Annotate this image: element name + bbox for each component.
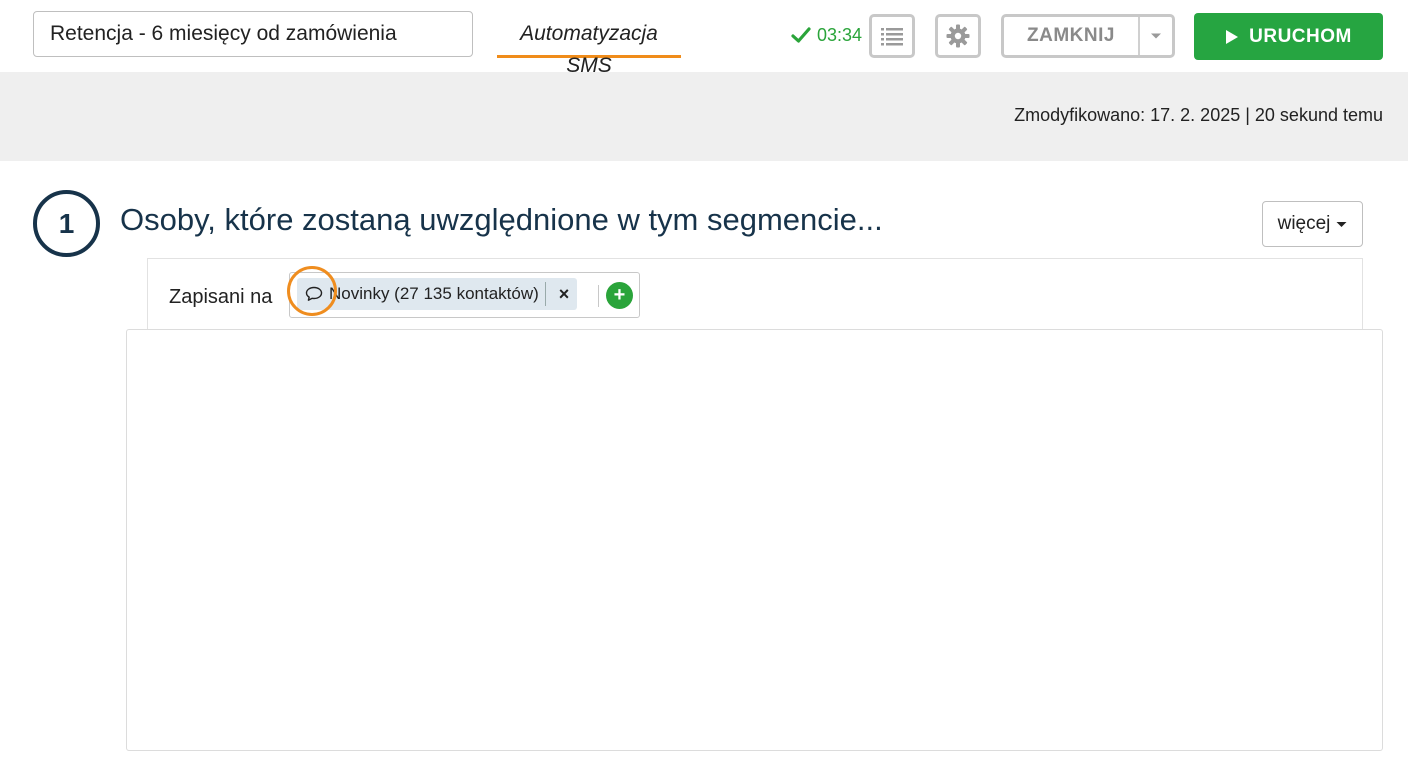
step-title: Osoby, które zostaną uwzględnione w tym …: [120, 202, 883, 237]
segment-content-area: [126, 329, 1383, 751]
remove-tag-button[interactable]: ×: [553, 278, 575, 310]
run-button-label: URUCHOM: [1249, 25, 1352, 47]
info-band: Zmodyfikowano: 17. 2. 2025 | 20 sekund t…: [0, 72, 1408, 161]
segment-name-input[interactable]: [33, 11, 473, 57]
more-button[interactable]: więcej: [1262, 201, 1363, 247]
chevron-down-icon: [1151, 33, 1161, 39]
play-icon: [1226, 29, 1239, 44]
saved-status: 03:34: [791, 23, 862, 47]
close-dropdown-toggle[interactable]: [1140, 17, 1172, 55]
tag-separator: [545, 282, 546, 306]
selector-divider: [598, 285, 599, 307]
list-tag-label: Novinky (27 135 kontaktów): [329, 284, 539, 303]
list-view-button[interactable]: [869, 14, 915, 58]
more-button-label: więcej: [1277, 213, 1331, 234]
modified-info: Zmodyfikowano: 17. 2. 2025 | 20 sekund t…: [1014, 105, 1383, 125]
list-icon: [881, 28, 903, 46]
tab-sms-automation[interactable]: Automatyzacja SMS: [497, 18, 681, 77]
gear-icon: [946, 24, 970, 48]
list-selector[interactable]: Novinky (27 135 kontaktów) × +: [289, 272, 640, 318]
checkmark-icon: [791, 27, 811, 43]
add-list-button[interactable]: +: [606, 282, 633, 309]
condition-label: Zapisani na: [169, 286, 273, 308]
caret-down-icon: [1336, 221, 1347, 227]
step-number-badge: 1: [33, 190, 100, 257]
top-bar: Automatyzacja SMS 03:34: [0, 0, 1408, 77]
close-button[interactable]: ZAMKNIJ: [1004, 17, 1140, 55]
speech-bubble-icon: [305, 286, 327, 302]
settings-button[interactable]: [935, 14, 981, 58]
saved-time: 03:34: [817, 24, 863, 45]
run-button[interactable]: URUCHOM: [1194, 13, 1383, 60]
close-split-button: ZAMKNIJ: [1001, 14, 1175, 58]
condition-row: Zapisani na Novinky (27 135 kontaktów) ×…: [147, 258, 1363, 330]
list-tag[interactable]: Novinky (27 135 kontaktów) ×: [297, 278, 577, 310]
